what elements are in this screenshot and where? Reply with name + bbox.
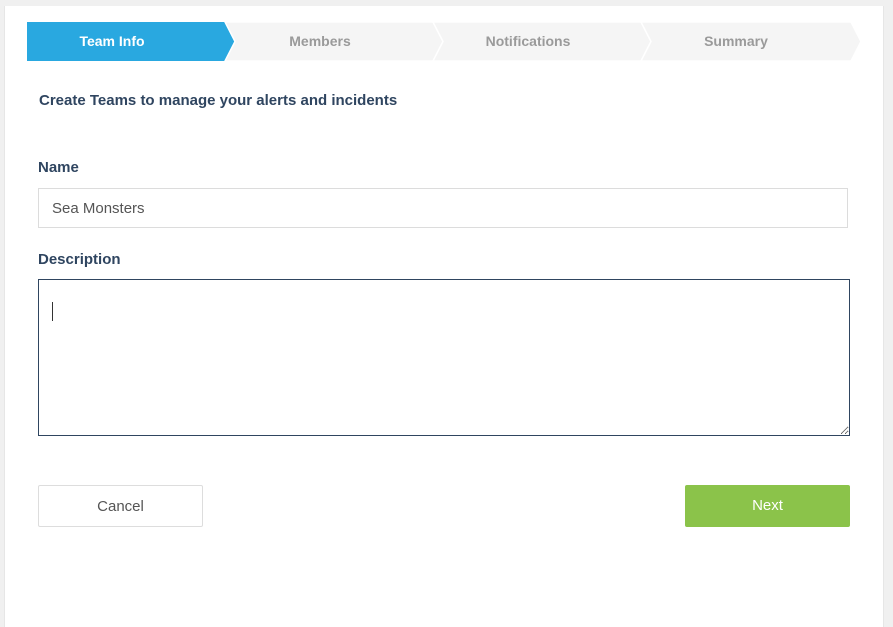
- text-cursor: [52, 302, 53, 321]
- description-textarea[interactable]: [38, 279, 850, 436]
- description-label: Description: [38, 251, 121, 268]
- name-input[interactable]: [38, 188, 848, 228]
- step-team-info[interactable]: Team Info: [27, 22, 197, 61]
- wizard-steps: Team Info Members Notifications Summary: [27, 22, 861, 61]
- step-members[interactable]: Members: [235, 22, 405, 61]
- step-summary[interactable]: Summary: [651, 22, 821, 61]
- intro-text: Create Teams to manage your alerts and i…: [39, 92, 398, 109]
- team-wizard-panel: Team Info Members Notifications Summary …: [4, 6, 884, 627]
- name-label: Name: [38, 159, 79, 176]
- next-button[interactable]: Next: [685, 485, 850, 527]
- cancel-button[interactable]: Cancel: [38, 485, 203, 527]
- step-notifications[interactable]: Notifications: [443, 22, 613, 61]
